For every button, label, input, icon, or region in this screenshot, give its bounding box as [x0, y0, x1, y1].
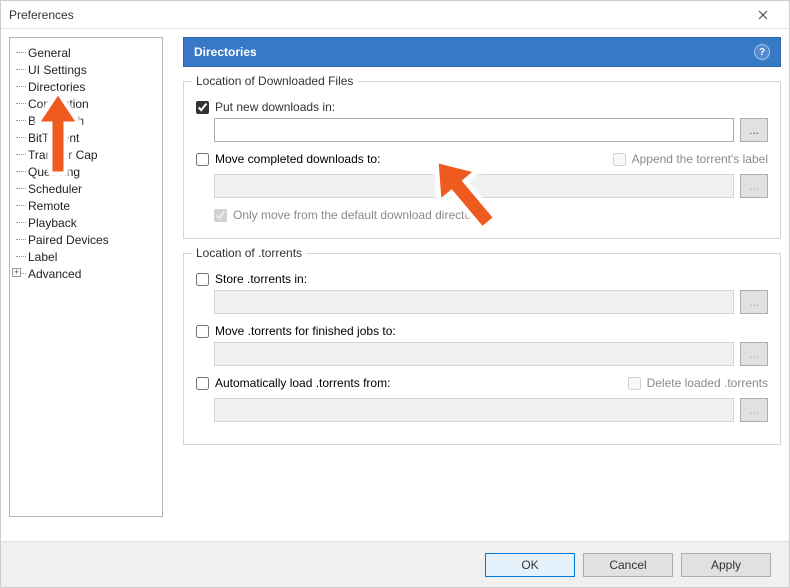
- move-completed-checkbox[interactable]: Move completed downloads to:: [196, 152, 380, 166]
- put-new-downloads-input[interactable]: [196, 101, 209, 114]
- tree-item-remote[interactable]: Remote: [16, 197, 162, 214]
- group-torrents-location: Location of .torrents Store .torrents in…: [183, 253, 781, 445]
- store-torrents-checkbox[interactable]: Store .torrents in:: [196, 272, 768, 286]
- tree-item-scheduler[interactable]: Scheduler: [16, 180, 162, 197]
- cancel-button[interactable]: Cancel: [583, 553, 673, 577]
- tree-item-queueing[interactable]: Queueing: [16, 163, 162, 180]
- put-new-downloads-path[interactable]: [214, 118, 734, 142]
- tree-item-bittorrent[interactable]: BitTorrent: [16, 129, 162, 146]
- store-torrents-input[interactable]: [196, 273, 209, 286]
- panel-header: Directories ?: [183, 37, 781, 67]
- store-torrents-path: [214, 290, 734, 314]
- browse-button[interactable]: ...: [740, 118, 768, 142]
- browse-button: ...: [740, 290, 768, 314]
- auto-load-checkbox[interactable]: Automatically load .torrents from:: [196, 376, 390, 390]
- category-tree: General UI Settings Directories Connecti…: [16, 44, 162, 282]
- tree-item-general[interactable]: General: [16, 44, 162, 61]
- browse-button: ...: [740, 174, 768, 198]
- move-completed-input[interactable]: [196, 153, 209, 166]
- move-finished-input[interactable]: [196, 325, 209, 338]
- group-legend: Location of Downloaded Files: [192, 74, 357, 88]
- expand-icon[interactable]: +: [12, 268, 21, 277]
- close-button[interactable]: [743, 3, 783, 27]
- auto-load-input[interactable]: [196, 377, 209, 390]
- auto-load-path: [214, 398, 734, 422]
- panel-title: Directories: [194, 45, 257, 59]
- tree-item-label[interactable]: Label: [16, 248, 162, 265]
- sidebar: General UI Settings Directories Connecti…: [9, 37, 163, 517]
- tree-item-paired-devices[interactable]: Paired Devices: [16, 231, 162, 248]
- help-icon[interactable]: ?: [754, 44, 770, 60]
- tree-item-connection[interactable]: Connection: [16, 95, 162, 112]
- apply-button[interactable]: Apply: [681, 553, 771, 577]
- tree-item-bandwidth[interactable]: Bandwidth: [16, 112, 162, 129]
- group-legend: Location of .torrents: [192, 246, 306, 260]
- only-move-input: [214, 209, 227, 222]
- window-title: Preferences: [9, 8, 74, 22]
- browse-button: ...: [740, 398, 768, 422]
- titlebar: Preferences: [1, 1, 789, 29]
- append-label-checkbox: Append the torrent's label: [613, 152, 768, 166]
- move-finished-checkbox[interactable]: Move .torrents for finished jobs to:: [196, 324, 768, 338]
- tree-item-directories[interactable]: Directories: [16, 78, 162, 95]
- delete-loaded-checkbox: Delete loaded .torrents: [628, 376, 768, 390]
- delete-loaded-input: [628, 377, 641, 390]
- append-label-input: [613, 153, 626, 166]
- tree-item-playback[interactable]: Playback: [16, 214, 162, 231]
- only-move-checkbox: Only move from the default download dire…: [214, 208, 768, 222]
- move-finished-path: [214, 342, 734, 366]
- group-downloaded-files: Location of Downloaded Files Put new dow…: [183, 81, 781, 239]
- ok-button[interactable]: OK: [485, 553, 575, 577]
- tree-item-ui-settings[interactable]: UI Settings: [16, 61, 162, 78]
- preferences-window: Preferences General UI Settings Director…: [0, 0, 790, 588]
- dialog-footer: OK Cancel Apply: [1, 541, 789, 587]
- put-new-downloads-checkbox[interactable]: Put new downloads in:: [196, 100, 768, 114]
- tree-item-advanced[interactable]: +Advanced: [16, 265, 162, 282]
- browse-button: ...: [740, 342, 768, 366]
- move-completed-path: [214, 174, 734, 198]
- tree-item-transfer-cap[interactable]: Transfer Cap: [16, 146, 162, 163]
